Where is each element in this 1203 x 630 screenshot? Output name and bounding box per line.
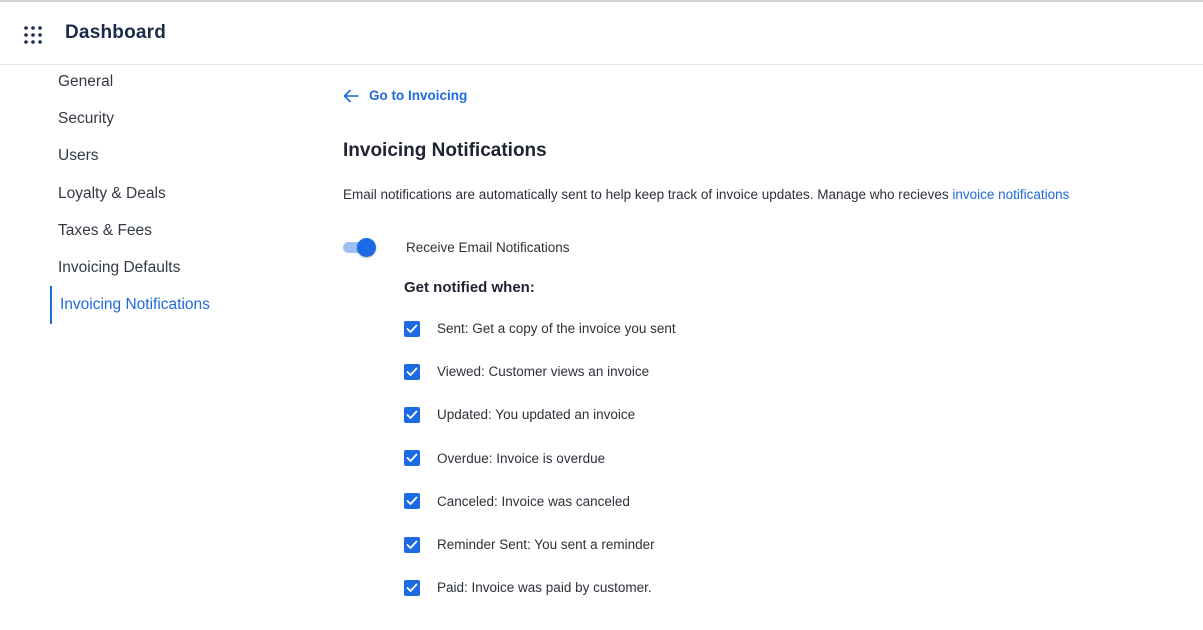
checkbox-checked-icon[interactable] [404,493,420,510]
option-label: Updated: You updated an invoice [437,407,636,423]
option-reminder-sent[interactable]: Reminder Sent: You sent a reminder [404,523,676,566]
notify-heading: Get notified when: [404,279,535,296]
go-to-invoicing-label: Go to Invoicing [369,88,468,103]
option-sent[interactable]: Sent: Get a copy of the invoice you sent [404,307,676,350]
grid-dots-icon[interactable] [22,24,44,46]
option-label: Canceled: Invoice was canceled [437,493,630,509]
top-bar: Dashboard [0,0,1203,65]
sidebar-item-security[interactable]: Security [50,103,310,140]
description-text: Email notifications are automatically se… [343,187,953,202]
checkbox-checked-icon[interactable] [404,450,420,467]
sidebar-item-invoicing-defaults[interactable]: Invoicing Defaults [50,252,310,289]
go-to-invoicing-link[interactable]: Go to Invoicing [343,88,467,103]
app-title: Dashboard [65,22,167,43]
option-canceled[interactable]: Canceled: Invoice was canceled [404,480,676,523]
email-notifications-label: Receive Email Notifications [406,240,570,255]
sidebar-item-users[interactable]: Users [50,140,310,177]
notification-options-list: Sent: Get a copy of the invoice you sent… [404,314,676,609]
sidebar-item-taxes-fees[interactable]: Taxes & Fees [50,215,310,252]
option-label: Sent: Get a copy of the invoice you sent [437,321,676,337]
checkbox-checked-icon[interactable] [404,363,420,380]
sidebar-item-general[interactable]: General [50,66,310,103]
checkbox-checked-icon[interactable] [404,320,420,337]
option-paid[interactable]: Paid: Invoice was paid by customer. [404,566,676,609]
option-label: Overdue: Invoice is overdue [437,450,606,466]
checkbox-checked-icon[interactable] [404,536,420,553]
invoice-notifications-link[interactable]: invoice notifications [952,187,1069,202]
option-updated[interactable]: Updated: You updated an invoice [404,393,676,436]
arrow-left-icon [343,89,359,103]
page-description: Email notifications are automatically se… [343,187,1069,202]
toggle-knob [357,238,376,257]
option-label: Viewed: Customer views an invoice [437,364,650,380]
sidebar-item-invoicing-notifications[interactable]: Invoicing Notifications [50,286,310,325]
checkbox-checked-icon[interactable] [404,579,420,596]
email-notifications-toggle[interactable] [343,237,377,257]
option-viewed[interactable]: Viewed: Customer views an invoice [404,350,676,393]
settings-sidebar: General Security Users Loyalty & Deals T… [50,66,310,325]
option-label: Paid: Invoice was paid by customer. [437,580,652,596]
checkbox-checked-icon[interactable] [404,406,420,423]
option-overdue[interactable]: Overdue: Invoice is overdue [404,437,676,480]
sidebar-item-loyalty-deals[interactable]: Loyalty & Deals [50,178,310,215]
option-label: Reminder Sent: You sent a reminder [437,537,655,553]
email-notifications-row: Receive Email Notifications [343,237,570,257]
page-title: Invoicing Notifications [343,140,547,161]
